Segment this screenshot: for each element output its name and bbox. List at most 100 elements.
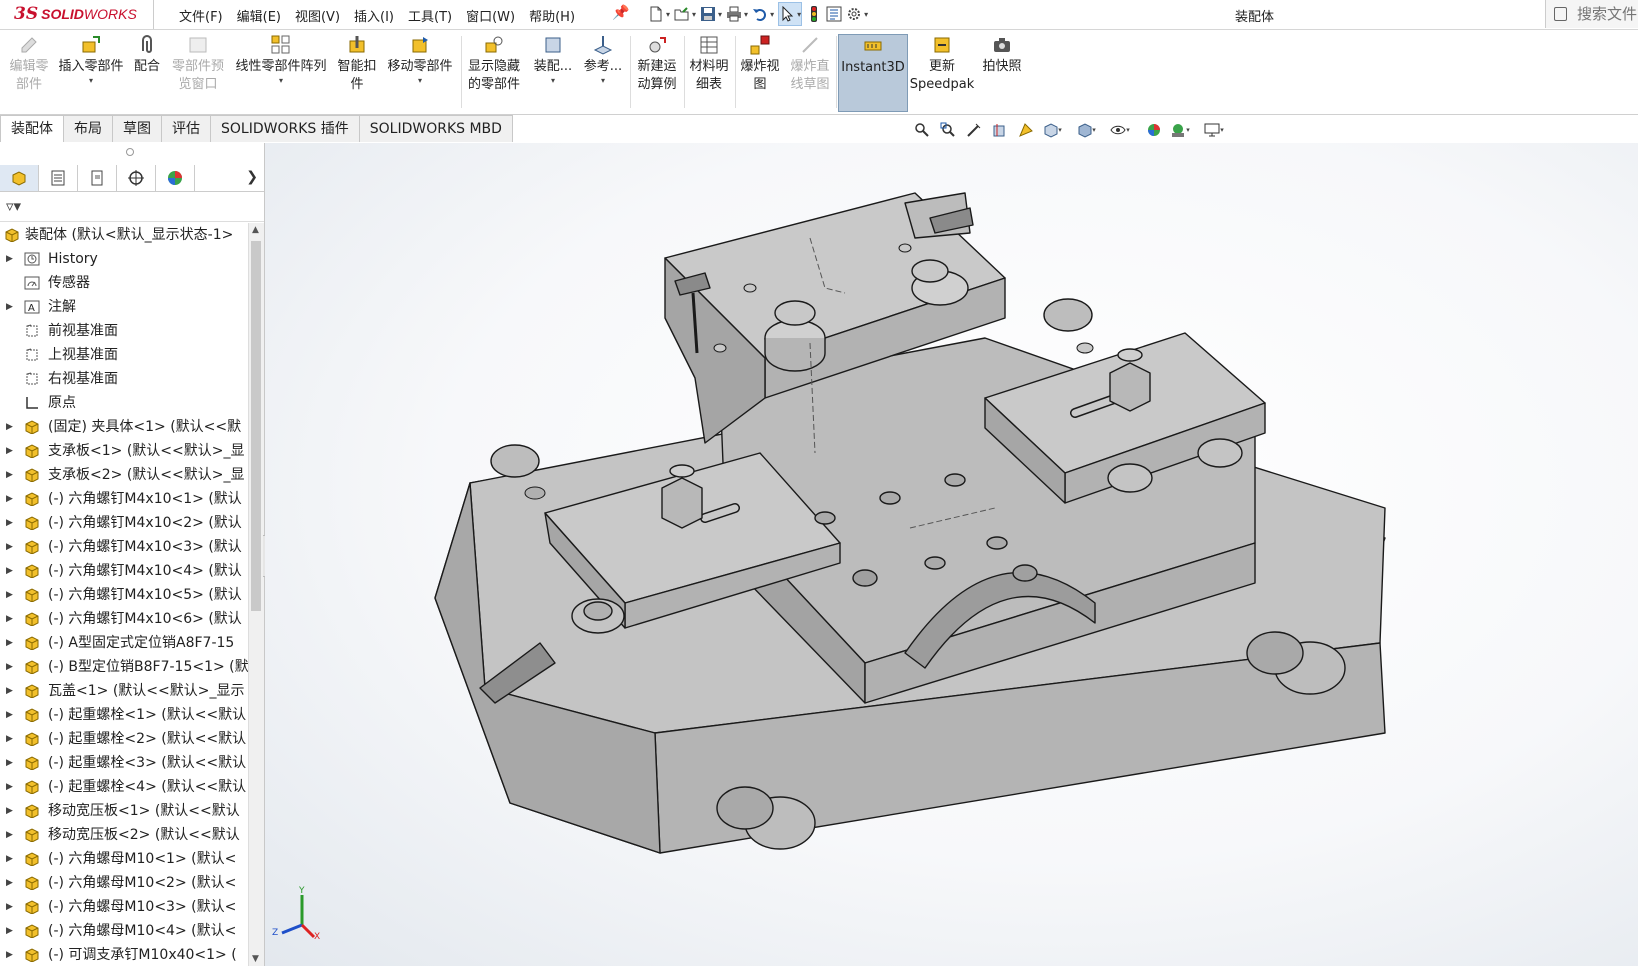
- menu-help[interactable]: 帮助(H): [522, 6, 582, 25]
- expand-arrow-icon[interactable]: ▶: [6, 871, 13, 895]
- move-component-dropdown-icon[interactable]: ▾: [418, 76, 422, 86]
- insert-component-dropdown-icon[interactable]: ▾: [89, 76, 93, 86]
- tree-item[interactable]: ▶ (-) 六角螺钉M4x10<3> (默认: [0, 535, 248, 559]
- tree-root-assembly[interactable]: 装配体 (默认<默认_显示状态-1>: [0, 223, 248, 247]
- menu-edit[interactable]: 编辑(E): [230, 6, 288, 25]
- tree-item[interactable]: ▶ (-) 六角螺母M10<1> (默认<: [0, 847, 248, 871]
- tree-item[interactable]: 传感器: [0, 271, 248, 295]
- menu-insert[interactable]: 插入(I): [347, 6, 401, 25]
- view-settings-button[interactable]: ▾: [1204, 121, 1224, 139]
- rebuild-button[interactable]: [806, 3, 822, 25]
- linear-pattern-button[interactable]: 线性零部件阵列 ▾: [232, 34, 330, 110]
- select-button[interactable]: ▾: [778, 2, 803, 26]
- tree-item[interactable]: ▶ (固定) 夹具体<1> (默认<<默: [0, 415, 248, 439]
- menu-tools[interactable]: 工具(T): [401, 6, 459, 25]
- insert-component-button[interactable]: 插入零部件 ▾: [56, 34, 126, 110]
- tree-item[interactable]: ▶ (-) 六角螺母M10<4> (默认<: [0, 919, 248, 943]
- scroll-down-icon[interactable]: ▼: [252, 954, 259, 964]
- mate-button[interactable]: 配合: [130, 34, 164, 110]
- tree-item[interactable]: 原点: [0, 391, 248, 415]
- undo-button[interactable]: ▾: [752, 3, 774, 25]
- tree-item[interactable]: ▶ (-) 六角螺钉M4x10<4> (默认: [0, 559, 248, 583]
- section-view-button[interactable]: [990, 121, 1010, 139]
- assembly-features-dropdown-icon[interactable]: ▾: [551, 76, 555, 86]
- tree-item[interactable]: ▶ A 注解: [0, 295, 248, 319]
- show-hidden-components-button[interactable]: 显示隐藏 的零部件: [465, 34, 523, 110]
- smart-fasteners-button[interactable]: 智能扣 件: [334, 34, 380, 110]
- expand-arrow-icon[interactable]: ▶: [6, 631, 13, 655]
- tree-item[interactable]: 上视基准面: [0, 343, 248, 367]
- expand-arrow-icon[interactable]: ▶: [6, 751, 13, 775]
- search-input[interactable]: [1575, 4, 1638, 24]
- expand-arrow-icon[interactable]: ▶: [6, 295, 13, 319]
- view-orientation-button[interactable]: ▾: [1042, 121, 1062, 139]
- instant3d-button[interactable]: Instant3D: [838, 34, 908, 112]
- display-style-button[interactable]: ▾: [1076, 121, 1096, 139]
- tree-scrollbar[interactable]: ▲ ▼: [248, 223, 264, 966]
- reference-geometry-button[interactable]: 参考... ▾: [580, 34, 626, 110]
- expand-arrow-icon[interactable]: ▶: [6, 439, 13, 463]
- tree-item[interactable]: 前视基准面: [0, 319, 248, 343]
- tree-item[interactable]: ▶ 移动宽压板<2> (默认<<默认: [0, 823, 248, 847]
- app-logo-area[interactable]: 3S SOLID WORKS: [0, 0, 154, 29]
- hide-show-items-button[interactable]: ▾: [1110, 121, 1130, 139]
- tree-item[interactable]: ▶ (-) 起重螺栓<4> (默认<<默认: [0, 775, 248, 799]
- options-button[interactable]: ▾: [846, 3, 868, 25]
- tab-layout[interactable]: 布局: [63, 115, 113, 142]
- dynamic-annotation-button[interactable]: [1016, 121, 1036, 139]
- tab-property-manager[interactable]: [39, 165, 78, 191]
- exploded-view-button[interactable]: 爆炸视 图: [737, 34, 783, 110]
- tree-item[interactable]: ▶ (-) A型固定式定位销A8F7-15: [0, 631, 248, 655]
- expand-arrow-icon[interactable]: ▶: [6, 607, 13, 631]
- file-properties-button[interactable]: [826, 3, 842, 25]
- tab-sketch[interactable]: 草图: [112, 115, 162, 142]
- tab-mbd[interactable]: SOLIDWORKS MBD: [358, 115, 513, 142]
- print-button[interactable]: ▾: [726, 3, 748, 25]
- tree-item[interactable]: ▶ (-) 起重螺栓<2> (默认<<默认: [0, 727, 248, 751]
- new-motion-study-button[interactable]: 新建运 动算例: [634, 34, 680, 110]
- expand-arrow-icon[interactable]: ▶: [6, 703, 13, 727]
- expand-arrow-icon[interactable]: ▶: [6, 583, 13, 607]
- tree-item[interactable]: ▶ (-) 六角螺母M10<2> (默认<: [0, 871, 248, 895]
- expand-arrow-icon[interactable]: ▶: [6, 799, 13, 823]
- expand-arrow-icon[interactable]: ▶: [6, 535, 13, 559]
- apply-scene-button[interactable]: ▾: [1170, 121, 1190, 139]
- expand-arrow-icon[interactable]: ▶: [6, 919, 13, 943]
- zoom-to-fit-button[interactable]: [912, 121, 932, 139]
- tree-item[interactable]: 右视基准面: [0, 367, 248, 391]
- menu-view[interactable]: 视图(V): [288, 6, 347, 25]
- tab-addins[interactable]: SOLIDWORKS 插件: [210, 115, 360, 142]
- tree-item[interactable]: ▶ 支承板<1> (默认<<默认>_显: [0, 439, 248, 463]
- take-snapshot-button[interactable]: 拍快照: [978, 34, 1026, 110]
- linear-pattern-dropdown-icon[interactable]: ▾: [279, 76, 283, 86]
- assembly-model-render[interactable]: [265, 143, 1638, 966]
- expand-arrow-icon[interactable]: ▶: [6, 943, 13, 966]
- bill-of-materials-button[interactable]: 材料明 细表: [686, 34, 732, 110]
- tree-item[interactable]: ▶ (-) 可调支承钉M10x40<1> (: [0, 943, 248, 966]
- filter-funnel-icon[interactable]: ▿▾: [6, 197, 21, 215]
- expand-arrow-icon[interactable]: ▶: [6, 895, 13, 919]
- tree-item[interactable]: ▶ (-) 起重螺栓<1> (默认<<默认: [0, 703, 248, 727]
- tree-item[interactable]: ▶ (-) 六角螺钉M4x10<6> (默认: [0, 607, 248, 631]
- save-button[interactable]: ▾: [700, 3, 722, 25]
- expand-arrow-icon[interactable]: ▶: [6, 727, 13, 751]
- expand-arrow-icon[interactable]: ▶: [6, 511, 13, 535]
- menu-file[interactable]: 文件(F): [172, 6, 230, 25]
- tree-item[interactable]: ▶ (-) 六角螺母M10<3> (默认<: [0, 895, 248, 919]
- tree-item[interactable]: ▶ 瓦盖<1> (默认<<默认>_显示: [0, 679, 248, 703]
- tree-item[interactable]: ▶ (-) 六角螺钉M4x10<2> (默认: [0, 511, 248, 535]
- update-speedpak-button[interactable]: 更新 Speedpak: [910, 34, 974, 110]
- tree-item[interactable]: ▶ 支承板<2> (默认<<默认>_显: [0, 463, 248, 487]
- open-button[interactable]: ▾: [674, 3, 696, 25]
- tab-configuration-manager[interactable]: [78, 165, 117, 191]
- expand-arrow-icon[interactable]: ▶: [6, 463, 13, 487]
- panel-tabs-more-icon[interactable]: ❯: [246, 169, 258, 185]
- scroll-up-icon[interactable]: ▲: [252, 225, 259, 235]
- tree-item[interactable]: ▶ (-) 六角螺钉M4x10<1> (默认: [0, 487, 248, 511]
- edit-component-button[interactable]: 编辑零 部件: [6, 34, 52, 110]
- reference-geometry-dropdown-icon[interactable]: ▾: [601, 76, 605, 86]
- explode-line-sketch-button[interactable]: 爆炸直 线草图: [787, 34, 833, 110]
- tab-feature-manager[interactable]: [0, 165, 39, 191]
- expand-arrow-icon[interactable]: ▶: [6, 559, 13, 583]
- new-document-button[interactable]: ▾: [648, 3, 670, 25]
